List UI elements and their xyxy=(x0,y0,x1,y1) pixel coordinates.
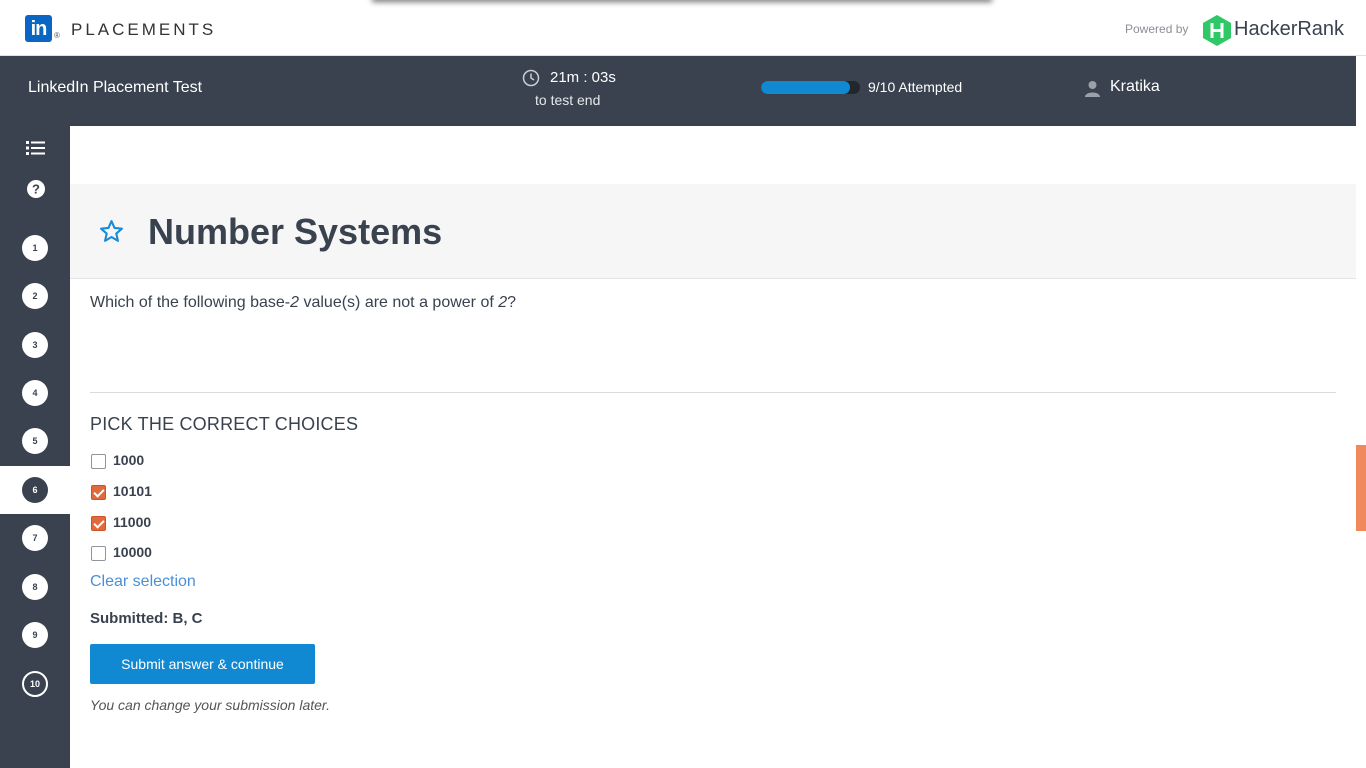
scrollbar-thumb[interactable] xyxy=(1356,445,1366,531)
choice-checkbox[interactable] xyxy=(91,516,106,531)
clear-selection-link[interactable]: Clear selection xyxy=(90,573,196,591)
hackerrank-wordmark: HackerRank xyxy=(1234,18,1345,40)
placements-label: PLACEMENTS xyxy=(71,20,217,39)
bookmark-star-icon[interactable] xyxy=(99,219,124,244)
question-nav-9[interactable]: 9 xyxy=(22,622,48,648)
question-text-part: Which of the following base- xyxy=(90,294,291,311)
choice-checkbox[interactable] xyxy=(91,454,106,469)
test-title: LinkedIn Placement Test xyxy=(28,79,203,96)
question-nav-4[interactable]: 4 xyxy=(22,380,48,406)
progress-bar xyxy=(761,81,860,94)
question-nav-5[interactable]: 5 xyxy=(22,428,48,454)
list-icon[interactable] xyxy=(25,137,47,159)
help-icon[interactable]: ? xyxy=(25,178,47,200)
choice-label: 11000 xyxy=(113,514,152,530)
question-text: Which of the following base-2 value(s) a… xyxy=(90,294,516,312)
attempted-count: 9/10 Attempted xyxy=(868,79,963,95)
svg-text:?: ? xyxy=(32,182,40,197)
test-header: LinkedIn Placement Test 21m : 03s to tes… xyxy=(0,56,1356,126)
choice-label: 10000 xyxy=(113,544,152,560)
submit-answer-button[interactable]: Submit answer & continue xyxy=(90,644,315,684)
user-name: Kratika xyxy=(1110,78,1160,95)
divider xyxy=(90,392,1336,393)
choice-label: 10101 xyxy=(113,483,152,499)
question-text-italic: 2 xyxy=(498,294,508,311)
question-text-part: ? xyxy=(507,294,517,311)
submitted-answers: Submitted: B, C xyxy=(90,610,203,627)
choice-checkbox[interactable] xyxy=(91,546,106,561)
question-nav-8[interactable]: 8 xyxy=(22,574,48,600)
progress-fill xyxy=(761,81,851,94)
timer-value: 21m : 03s xyxy=(550,69,616,86)
pick-choices-heading: PICK THE CORRECT CHOICES xyxy=(90,414,359,434)
question-nav-1[interactable]: 1 xyxy=(22,235,48,261)
question-nav-10[interactable]: 10 xyxy=(22,671,48,697)
submission-note: You can change your submission later. xyxy=(90,697,330,713)
timer-subtitle: to test end xyxy=(535,92,601,108)
question-text-part: value(s) are not a power of xyxy=(299,294,499,311)
scrollbar-track[interactable] xyxy=(1356,56,1366,768)
question-title: Number Systems xyxy=(148,211,443,252)
hackerrank-logo-icon xyxy=(1203,15,1231,46)
question-sidebar: ? 1 2 3 4 5 6 7 8 9 10 xyxy=(0,126,70,768)
choice-checkbox[interactable] xyxy=(91,485,106,500)
question-nav-7[interactable]: 7 xyxy=(22,525,48,551)
registered-mark: ® xyxy=(54,31,60,40)
question-nav-2[interactable]: 2 xyxy=(22,283,48,309)
powered-by-label: Powered by xyxy=(1125,22,1189,36)
brand-bar: in ® PLACEMENTS Powered by HackerRank xyxy=(0,0,1366,56)
question-text-italic: 2 xyxy=(290,294,300,311)
choice-label: 1000 xyxy=(113,452,145,468)
question-nav-3[interactable]: 3 xyxy=(22,332,48,358)
clock-icon xyxy=(522,69,540,87)
question-nav-6[interactable]: 6 xyxy=(22,477,48,503)
user-icon xyxy=(1085,81,1100,97)
linkedin-logo-icon[interactable]: in xyxy=(25,15,52,42)
